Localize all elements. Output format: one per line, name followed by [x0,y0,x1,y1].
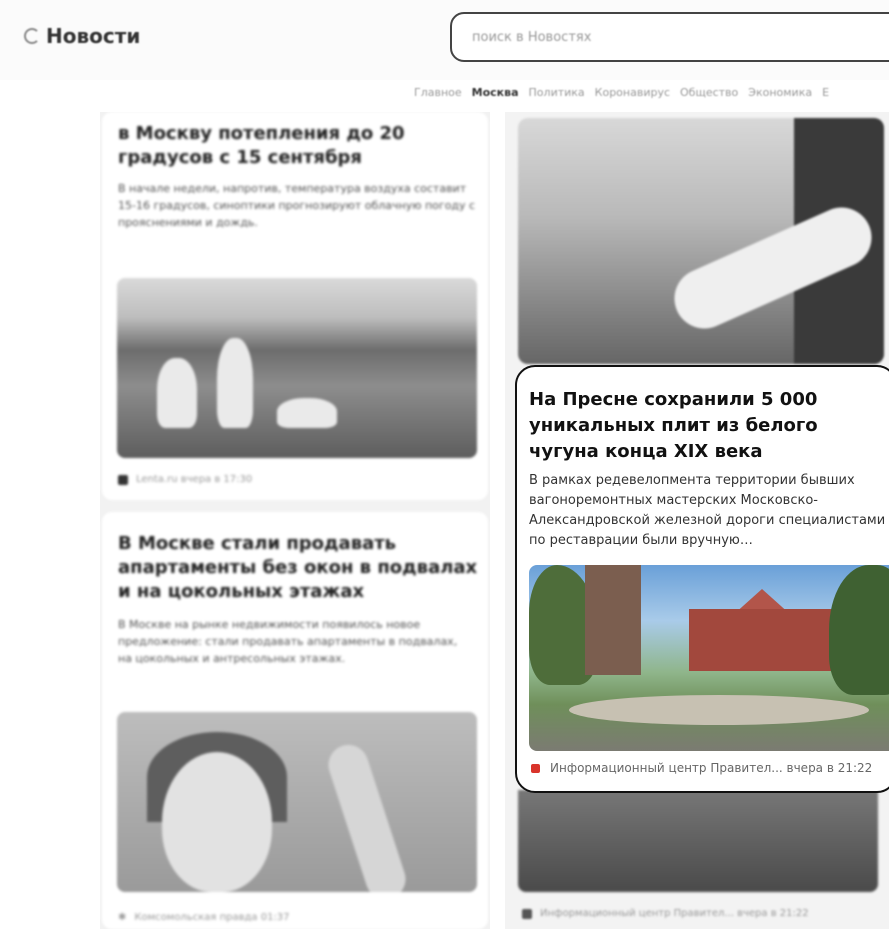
source-icon [531,763,540,773]
news-card-description: В рамках редевелопмента территории бывши… [529,473,886,548]
news-card-image[interactable] [117,712,477,892]
news-card-source[interactable]: Информационный центр Правител... вчера в… [531,761,872,775]
nav-item-main[interactable]: Главное [414,86,462,99]
search-input[interactable]: поиск в Новостях [450,12,889,62]
news-card-description: В начале недели, напротив, температура в… [118,182,476,229]
source-icon: ✱ [118,912,127,923]
highlighted-news-card[interactable]: На Пресне сохранили 5 000 уникальных пли… [515,365,889,793]
logo-icon [24,28,40,44]
news-card-source[interactable]: Lenta.ru вчера в 17:30 [118,474,252,485]
news-card[interactable]: В Москве стали продавать апартаменты без… [102,512,488,929]
nav-item-society[interactable]: Общество [680,86,738,99]
news-card-title[interactable]: В Москве стали продавать апартаменты без… [118,532,478,604]
category-nav: Главное Москва Политика Коронавирус Обще… [414,86,829,99]
source-icon [118,474,128,485]
news-card[interactable]: в Москву потепления до 20 градусов с 15 … [102,112,488,500]
nav-item-more[interactable]: Е [822,86,829,99]
news-card-image[interactable] [117,278,477,458]
news-card-image[interactable] [529,565,889,751]
news-card-title[interactable]: На Пресне сохранили 5 000 уникальных пли… [529,387,884,465]
news-card-source[interactable]: Информационный центр Правител... вчера в… [522,908,809,919]
news-card-description: В Москве на рынке недвижимости появилось… [118,618,458,665]
source-icon [522,908,532,919]
app-title: Новости [46,24,141,48]
nav-item-economy[interactable]: Экономика [748,86,812,99]
nav-item-coronavirus[interactable]: Коронавирус [595,86,670,99]
header: Новости поиск в Новостях [0,0,889,80]
news-card-source[interactable]: ✱ Комсомольская правда 01:37 [118,912,290,923]
nav-item-moscow[interactable]: Москва [472,86,519,99]
news-card-image[interactable] [518,118,884,364]
nav-item-politics[interactable]: Политика [529,86,585,99]
news-card-title[interactable]: в Москву потепления до 20 градусов с 15 … [118,122,478,170]
news-logo[interactable]: Новости [24,24,140,48]
news-card-image[interactable] [518,790,878,892]
search-placeholder: поиск в Новостях [472,30,592,45]
source-label: Информационный центр Правител... вчера в… [550,761,873,775]
